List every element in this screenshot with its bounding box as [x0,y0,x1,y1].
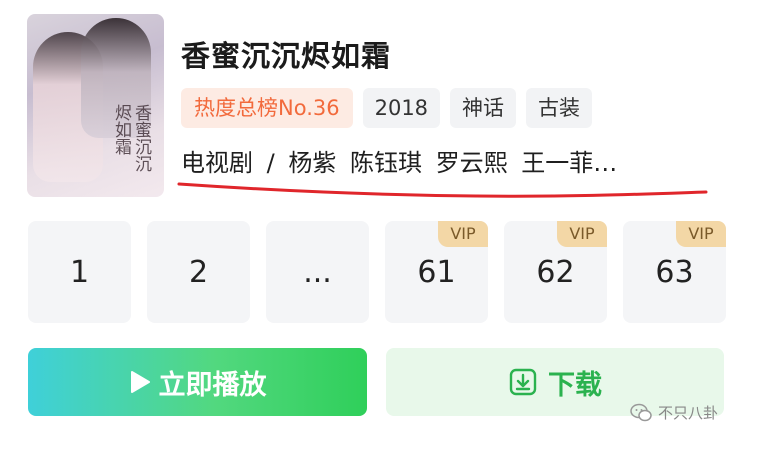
hot-rank-tag[interactable]: 热度总榜No.36 [181,88,353,128]
watermark: 不只八卦 [630,402,718,423]
tag-row: 热度总榜No.36 2018 神话 古装 [181,88,593,128]
episode-button[interactable]: VIP 62 [504,221,607,323]
episode-button[interactable]: 1 [28,221,131,323]
episode-button[interactable]: VIP 63 [623,221,726,323]
episode-number: 61 [417,254,456,290]
download-icon [509,368,537,396]
wechat-watermark-icon [630,403,652,421]
play-now-button[interactable]: 立即播放 [28,348,367,416]
vip-badge: VIP [557,221,607,247]
episode-number: 2 [188,254,209,290]
red-annotation-underline [177,182,708,198]
play-now-label: 立即播放 [158,369,267,401]
vip-badge: VIP [438,221,488,247]
download-label: 下载 [548,369,602,401]
episode-button[interactable]: VIP 61 [385,221,488,323]
episode-number: 1 [69,254,90,290]
show-poster[interactable]: 香蜜沉沉烬如霜 [27,14,164,197]
episode-number: 62 [536,254,575,290]
episode-button[interactable]: 2 [147,221,250,323]
genre-tag-costume[interactable]: 古装 [526,88,593,128]
vip-badge: VIP [676,221,726,247]
episode-list: 1 2 ... VIP 61 VIP 62 VIP 63 [28,221,726,323]
poster-calligraphy: 香蜜沉沉烬如霜 [111,104,151,172]
play-icon [130,371,150,393]
episode-number: 63 [655,254,694,290]
show-title: 香蜜沉沉烬如霜 [181,39,392,73]
episode-more-button[interactable]: ... [266,221,369,323]
cast-line[interactable]: 电视剧 / 杨紫 陈钰琪 罗云熙 王一菲… [181,143,617,178]
genre-tag-myth[interactable]: 神话 [450,88,517,128]
episode-ellipsis: ... [303,254,332,290]
year-tag[interactable]: 2018 [362,88,441,128]
watermark-text: 不只八卦 [658,404,719,422]
